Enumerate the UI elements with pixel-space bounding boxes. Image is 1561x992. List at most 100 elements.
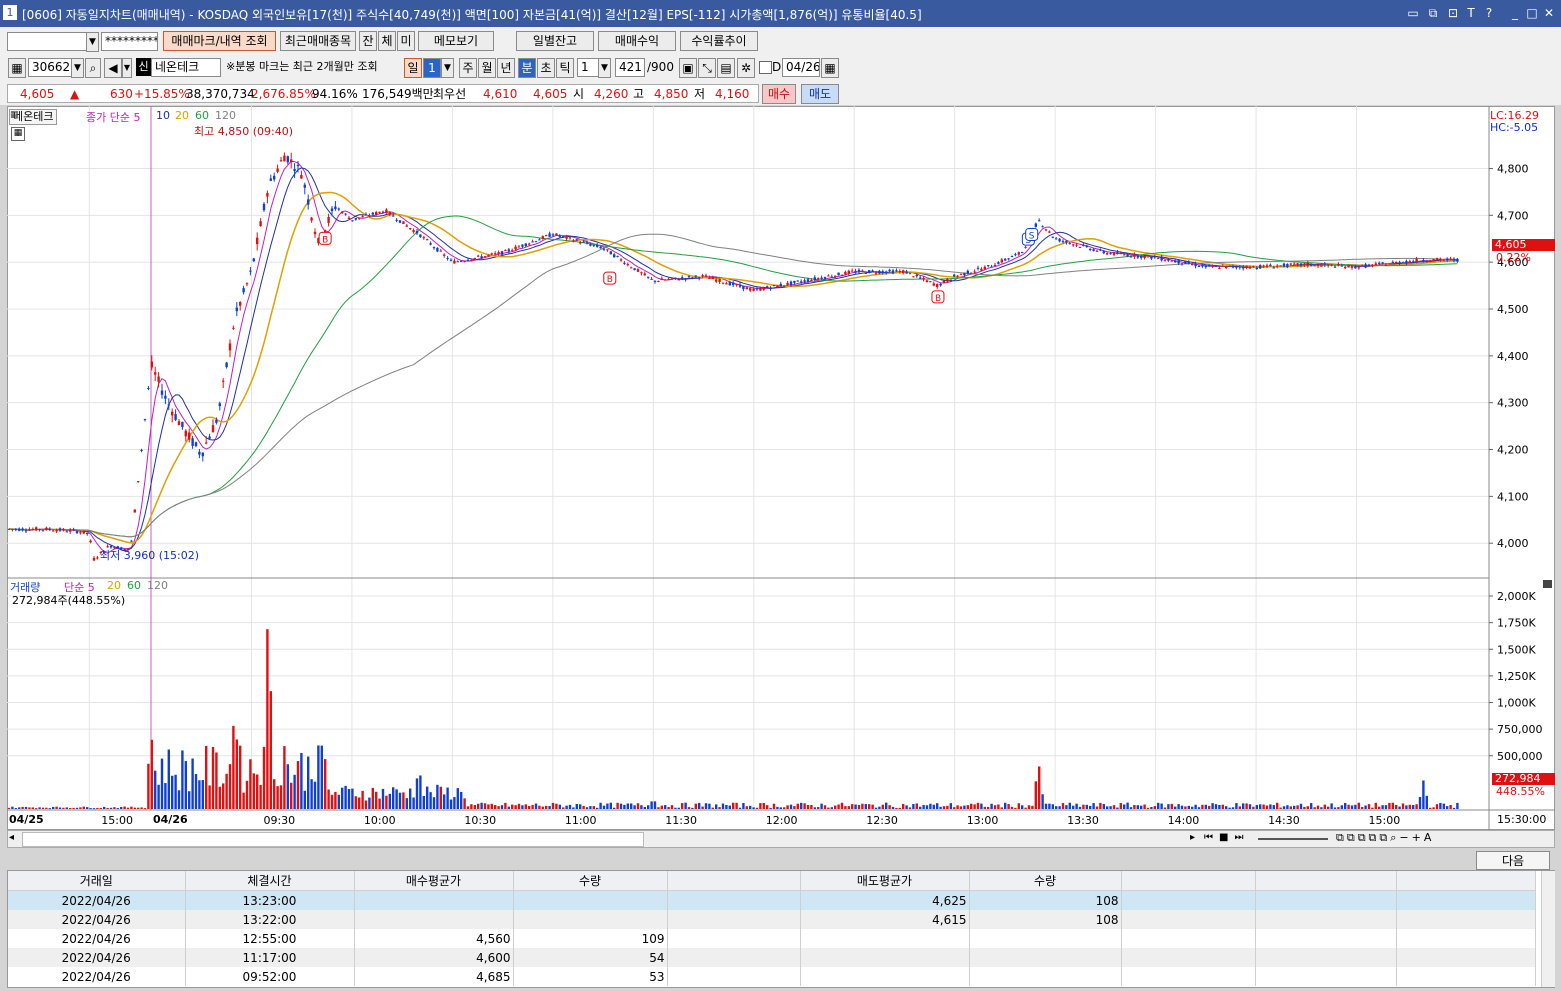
scroll-left-icon[interactable]: ◂ [9, 832, 14, 843]
period-year-tab[interactable]: 년 [497, 58, 515, 78]
table-row[interactable]: 2022/04/26 09:52:00 4,685 53 [8, 967, 1536, 986]
candle-body [463, 261, 466, 263]
daily-balance-button[interactable]: 일별잔고 [516, 31, 594, 51]
settings-chart-icon[interactable]: ▣ [679, 58, 697, 78]
volume-bar [1361, 806, 1364, 809]
password-field[interactable]: ********* [101, 32, 158, 51]
unit-input[interactable]: 1 [577, 58, 599, 77]
column-header[interactable]: 수량 [513, 871, 668, 891]
column-header[interactable]: 매수평균가 [354, 871, 514, 891]
minimize-icon[interactable]: _ [1508, 5, 1522, 21]
code-dropdown-icon[interactable]: ▼ [71, 58, 84, 78]
memo-button[interactable]: 메모보기 [418, 31, 494, 51]
column-header[interactable] [1121, 871, 1256, 891]
column-header[interactable] [667, 871, 801, 891]
return-trend-button[interactable]: 수익률추이 [680, 31, 758, 51]
scroll-thumb[interactable] [22, 832, 644, 847]
close-icon[interactable]: ✕ [1542, 5, 1556, 21]
help-icon[interactable]: ? [1482, 5, 1496, 21]
maximize-icon[interactable]: □ [1525, 5, 1539, 21]
volume-panel-close-icon[interactable] [1543, 580, 1552, 588]
column-header[interactable] [1255, 871, 1397, 891]
period-week-tab[interactable]: 주 [459, 58, 477, 78]
candle-body [1367, 264, 1371, 266]
table-row[interactable]: 2022/04/26 13:22:00 4,615 108 [8, 910, 1536, 929]
volume-bar [232, 725, 235, 809]
volume-bar [72, 807, 75, 809]
buy-button[interactable]: 매수 [762, 84, 796, 104]
mark-query-button[interactable]: 매매마크/내역 조회 [163, 31, 276, 51]
current-pct-tag: 0.22% [1496, 251, 1531, 264]
table-row[interactable]: 2022/04/26 13:23:00 4,625 108 [8, 890, 1536, 910]
grid-scrollbar[interactable] [1541, 871, 1555, 987]
price-volume-chart[interactable]: BBBSS 4,8004,7004,6004,5004,4004,3004,20… [7, 106, 1555, 830]
open-price: 4,260 [594, 87, 629, 101]
candle-body [531, 241, 534, 243]
volume-bar [52, 806, 55, 809]
candle-body [456, 261, 459, 263]
table-row[interactable]: 2022/04/26 11:17:00 4,600 54 [8, 948, 1536, 967]
candle-body [181, 421, 184, 428]
speaker-dropdown-icon[interactable]: ▼ [122, 58, 132, 78]
date-checkbox[interactable] [759, 61, 772, 74]
period-day-tab[interactable]: 일 [404, 58, 422, 78]
table-cell [1121, 948, 1256, 967]
chart-tool-icons[interactable]: ⧉⧉⧉⧉⧉⌕−+A [1336, 831, 1434, 845]
account-dropdown-icon[interactable]: ▼ [86, 32, 99, 52]
save-icon[interactable]: ▤ [717, 58, 735, 78]
code-search-icon[interactable]: ▦ [8, 58, 26, 78]
calendar-icon[interactable]: ▦ [821, 58, 839, 78]
table-row[interactable]: 2022/04/26 12:55:00 4,560 109 [8, 929, 1536, 948]
speaker-icon[interactable]: ◀ [104, 58, 122, 78]
candle-body [232, 327, 235, 329]
volume-bar [1112, 805, 1116, 809]
next-button[interactable]: 다음 [1476, 851, 1550, 870]
table-view-icon[interactable]: ▦ [11, 127, 25, 141]
font-icon[interactable]: T [1464, 5, 1478, 21]
copy-window-icon[interactable]: ⧉ [1426, 5, 1440, 21]
trade-profit-button[interactable]: 매매수익 [598, 31, 676, 51]
candle-body [1048, 231, 1051, 233]
period-dropdown-icon[interactable]: ▼ [441, 58, 454, 78]
candle-body [857, 269, 861, 273]
candle-body [1109, 253, 1112, 255]
unit-dropdown-icon[interactable]: ▼ [598, 58, 611, 78]
gear-icon[interactable]: ✲ [737, 58, 755, 78]
unexecuted-button[interactable]: 미 [397, 31, 415, 51]
zoom-slider[interactable] [1258, 838, 1328, 840]
tool-icon[interactable]: ⤡ [698, 58, 716, 78]
sell-button[interactable]: 매도 [801, 84, 839, 104]
candle-body [1000, 259, 1003, 263]
stock-code-input[interactable]: 306620 [28, 58, 72, 77]
volume-bar [106, 807, 109, 809]
count-input[interactable]: 421 [615, 58, 645, 77]
candle-body [188, 432, 191, 440]
column-header[interactable]: 수량 [969, 871, 1122, 891]
date-input[interactable]: 04/26 [782, 58, 820, 77]
balance-button[interactable]: 잔 [359, 31, 377, 51]
period-tick-tab[interactable]: 틱 [556, 58, 574, 78]
volume-bar [817, 807, 820, 809]
volume-bar [762, 803, 765, 809]
period-month-tab[interactable]: 월 [478, 58, 496, 78]
window-title: [0606] 자동일지차트(매매내역) - KOSDAQ 외국인보유[17(천)… [22, 8, 922, 22]
x-tick-label: 15:00 [101, 814, 133, 827]
search-icon[interactable]: ⌕ [85, 58, 101, 78]
candle-body [783, 285, 786, 287]
volume-bar [1323, 804, 1326, 809]
recent-stocks-button[interactable]: 최근매매종목 [280, 31, 356, 51]
column-header[interactable]: 매도평균가 [800, 871, 970, 891]
volume-bar [732, 802, 735, 809]
pin-icon[interactable]: ⊡ [1446, 5, 1460, 21]
executed-button[interactable]: 체 [378, 31, 396, 51]
restore-icon[interactable]: ▭ [1406, 5, 1420, 21]
period-second-tab[interactable]: 초 [537, 58, 555, 78]
period-minute-tab[interactable]: 분 [518, 58, 536, 78]
playback-controls[interactable]: ⏮■⏭ [1204, 832, 1249, 843]
scroll-right-icon[interactable]: ▸ [1190, 832, 1195, 843]
period-value[interactable]: 1 [423, 58, 441, 78]
column-header[interactable] [1396, 871, 1536, 891]
column-header[interactable]: 체결시간 [185, 871, 355, 891]
account-select[interactable] [7, 32, 87, 51]
column-header[interactable]: 거래일 [8, 871, 186, 891]
